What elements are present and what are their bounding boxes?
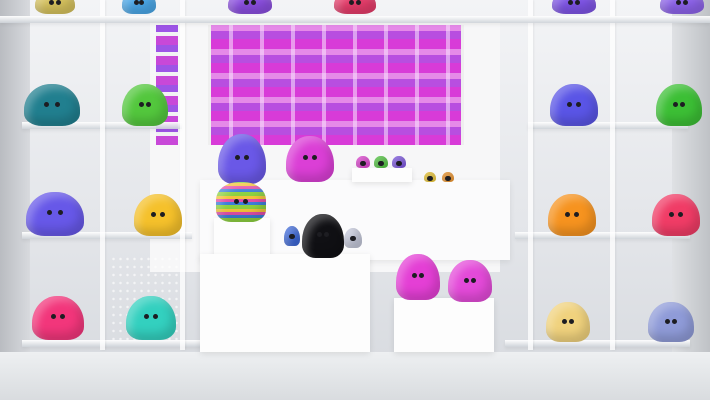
figure-top-lilac [660,0,704,14]
figure-top-violet [552,0,596,14]
figure-pink-low [448,260,492,302]
figure-blue-small [284,226,300,246]
figure-red [652,194,700,236]
figure-green-right [656,84,702,126]
figure-top-blue [122,0,156,14]
figure-green [122,84,168,126]
top-shelf [0,16,710,23]
figure-mini-violet [392,156,406,168]
figure-pink-left [32,296,84,340]
figure-orange [548,194,596,236]
figure-blue-right [550,84,598,126]
figure-magenta-low [396,254,440,300]
showroom-scene [0,0,710,400]
figure-teal [24,84,80,126]
right-shelf-divider [610,0,615,350]
figure-top-purple [228,0,272,14]
figure-mini-magenta [356,156,370,168]
plinth-center [200,254,370,352]
figure-mint [126,296,176,340]
figure-cream [546,302,590,342]
figure-black [302,214,344,258]
figure-mini-orange [442,172,454,182]
figure-mini-green [374,156,388,168]
figure-gray-small [344,228,362,248]
right-shelf-edge [528,0,533,350]
floor [0,352,710,400]
figure-striped-stack [216,182,266,222]
small-shelf-counter [352,168,412,182]
figure-magenta-center [286,136,334,182]
figure-yellow [134,194,182,236]
figure-top-gold [35,0,75,14]
figure-purple-left [26,192,84,236]
plinth-right [394,298,494,352]
figure-silver [648,302,694,342]
figure-top-pink [334,0,376,14]
figure-mini-yellow [424,172,436,182]
left-shelf-edge [180,0,185,350]
left-shelf-divider [100,0,105,350]
patterned-mural-wall [208,25,464,145]
figure-purple-center [218,134,266,184]
